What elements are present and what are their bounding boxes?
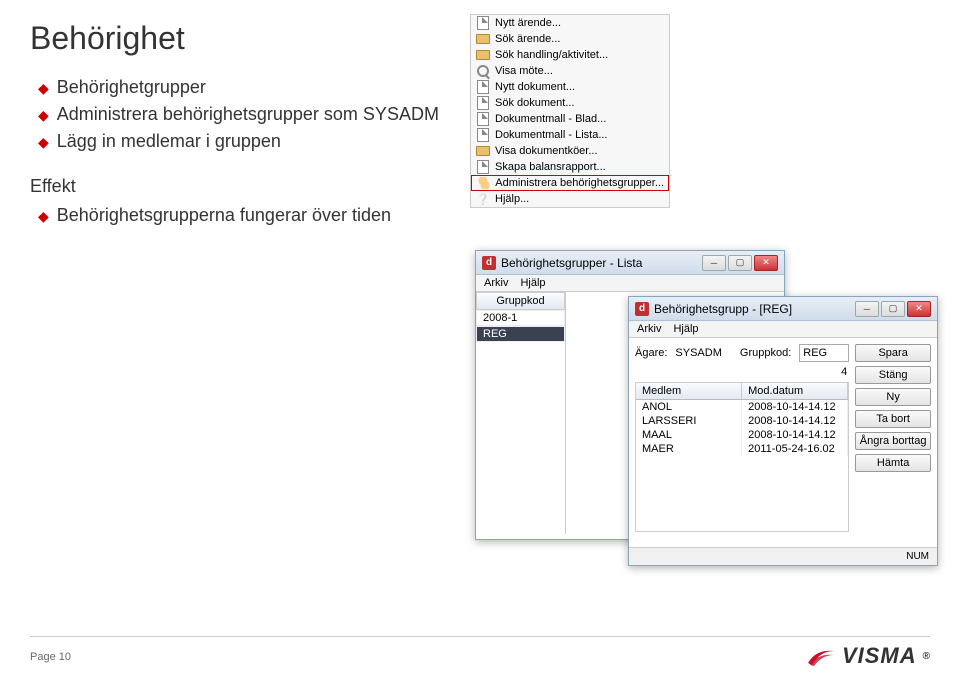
menu-arkiv[interactable]: Arkiv	[484, 277, 508, 289]
window-title: Behörighetsgrupper - Lista	[501, 256, 642, 270]
window-title: Behörighetsgrupp - [REG]	[654, 302, 792, 316]
menu-hjalp[interactable]: Hjälp	[673, 323, 698, 335]
folder-icon	[475, 32, 491, 46]
menu-item-administer-groups[interactable]: Administrera behörighetsgrupper...	[471, 175, 669, 191]
maximize-button[interactable]: ▢	[881, 301, 905, 317]
menu-item-new-case[interactable]: Nytt ärende...	[471, 15, 669, 31]
page-icon	[475, 80, 491, 94]
groupcode-input[interactable]	[799, 344, 849, 362]
page-number: Page 10	[30, 651, 71, 663]
titlebar[interactable]: d Behörighetsgrupper - Lista ─ ▢ ✕	[476, 251, 784, 275]
table-row[interactable]: MAER2011-05-24-16.02	[636, 442, 848, 456]
brand-logo: VISMA ®	[806, 643, 930, 669]
bullet-text: Behörighetsgrupperna fungerar över tiden	[57, 205, 391, 226]
sub-bullets: ◆ Behörighetsgrupperna fungerar över tide…	[38, 205, 930, 226]
registered-icon: ®	[923, 651, 930, 662]
detail-window: d Behörighetsgrupp - [REG] ─ ▢ ✕ Arkiv H…	[628, 296, 938, 566]
titlebar[interactable]: d Behörighetsgrupp - [REG] ─ ▢ ✕	[629, 297, 937, 321]
page-icon	[475, 160, 491, 174]
brand-name: VISMA	[842, 643, 917, 669]
table-row[interactable]: ANOL2008-10-14-14.12	[636, 400, 848, 414]
bullet-text: Administrera behörighetsgrupper som SYSA…	[57, 104, 439, 125]
close-button[interactable]: ✕	[754, 255, 778, 271]
footer-divider	[30, 636, 930, 637]
bullet-dot-icon: ◆	[38, 80, 49, 97]
groupcode-label: Gruppkod:	[740, 347, 791, 359]
menu-item-create-balance-report[interactable]: Skapa balansrapport...	[471, 159, 669, 175]
page-icon	[475, 16, 491, 30]
app-icon: d	[482, 256, 496, 270]
fetch-button[interactable]: Hämta	[855, 454, 931, 472]
owner-label: Ägare:	[635, 347, 667, 359]
page-icon	[475, 112, 491, 126]
bullet-dot-icon: ◆	[38, 208, 49, 225]
menubar: Arkiv Hjälp	[476, 275, 784, 292]
maximize-button[interactable]: ▢	[728, 255, 752, 271]
menu-item-show-doc-queues[interactable]: Visa dokumentköer...	[471, 143, 669, 159]
member-count: 4	[635, 366, 849, 378]
minimize-button[interactable]: ─	[702, 255, 726, 271]
close-button[interactable]: ✕	[907, 301, 931, 317]
group-code-column: Gruppkod 2008-1 REG	[476, 292, 566, 534]
page-icon	[475, 128, 491, 142]
list-row[interactable]: 2008-1	[476, 310, 565, 326]
list-row-selected[interactable]: REG	[476, 326, 565, 342]
status-num: NUM	[906, 551, 929, 562]
column-header[interactable]: Gruppkod	[476, 292, 565, 310]
help-icon: ❔	[475, 192, 491, 206]
search-icon	[475, 64, 491, 78]
bullet-text: Behörighetgrupper	[57, 77, 206, 98]
menu-arkiv[interactable]: Arkiv	[637, 323, 661, 335]
logo-swoosh-icon	[806, 645, 836, 667]
menu-item-template-sheet[interactable]: Dokumentmall - Blad...	[471, 111, 669, 127]
table-row[interactable]: MAAL2008-10-14-14.12	[636, 428, 848, 442]
folder-icon	[475, 144, 491, 158]
menu-item-new-document[interactable]: Nytt dokument...	[471, 79, 669, 95]
context-menu: Nytt ärende... Sök ärende... Sök handlin…	[470, 14, 670, 208]
col-member[interactable]: Medlem	[636, 383, 742, 399]
delete-button[interactable]: Ta bort	[855, 410, 931, 428]
page-icon	[475, 96, 491, 110]
menu-item-search-case[interactable]: Sök ärende...	[471, 31, 669, 47]
owner-value: SYSADM	[675, 347, 721, 359]
undo-delete-button[interactable]: Ångra borttag	[855, 432, 931, 450]
people-icon	[476, 176, 491, 190]
menubar: Arkiv Hjälp	[629, 321, 937, 338]
bullet-dot-icon: ◆	[38, 134, 49, 151]
menu-item-template-list[interactable]: Dokumentmall - Lista...	[471, 127, 669, 143]
statusbar: NUM	[629, 547, 937, 565]
members-table: Medlem Mod.datum ANOL2008-10-14-14.12 LA…	[635, 382, 849, 532]
menu-item-help[interactable]: ❔Hjälp...	[471, 191, 669, 207]
col-moddate[interactable]: Mod.datum	[742, 383, 848, 399]
save-button[interactable]: Spara	[855, 344, 931, 362]
table-row[interactable]: LARSSERI2008-10-14-14.12	[636, 414, 848, 428]
minimize-button[interactable]: ─	[855, 301, 879, 317]
folder-icon	[475, 48, 491, 62]
bullet-text: Lägg in medlemar i gruppen	[57, 131, 281, 152]
menu-item-search-activity[interactable]: Sök handling/aktivitet...	[471, 47, 669, 63]
menu-hjalp[interactable]: Hjälp	[520, 277, 545, 289]
new-button[interactable]: Ny	[855, 388, 931, 406]
bullet-item: ◆ Behörighetsgrupperna fungerar över tide…	[38, 205, 930, 226]
menu-item-show-meeting[interactable]: Visa möte...	[471, 63, 669, 79]
app-icon: d	[635, 302, 649, 316]
menu-item-search-document[interactable]: Sök dokument...	[471, 95, 669, 111]
close-button[interactable]: Stäng	[855, 366, 931, 384]
bullet-dot-icon: ◆	[38, 107, 49, 124]
